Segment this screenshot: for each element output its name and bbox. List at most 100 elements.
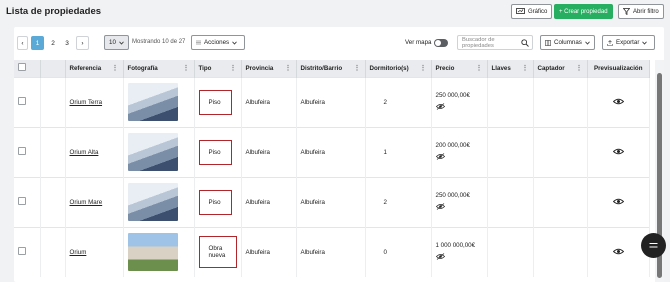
row-checkbox[interactable] <box>18 197 26 205</box>
preview-cell <box>587 76 650 127</box>
property-photo[interactable] <box>127 183 178 221</box>
open-filter-label: Abrir filtro <box>633 8 659 15</box>
captador-cell <box>533 226 588 277</box>
search-placeholder: Buscador de propiedades <box>462 36 495 49</box>
prev-page-button[interactable]: ‹ <box>17 36 28 50</box>
header-captador[interactable]: Captador ⋮ <box>533 60 588 77</box>
district-cell: Albufeira <box>296 176 366 227</box>
page-title: Lista de propiedades <box>6 6 102 17</box>
eye-slash-icon[interactable] <box>435 253 445 261</box>
table-row[interactable]: Orium Alta Piso Albufeira Albufeira 1 20… <box>14 126 650 177</box>
column-menu-icon[interactable]: ⋮ <box>420 64 427 72</box>
table-row[interactable]: Orium Terra Piso Albufeira Albufeira 2 2… <box>14 76 650 127</box>
page-size-value: 10 <box>109 39 116 46</box>
header-dormitorios[interactable]: Dormitorio(s) ⋮ <box>365 60 432 77</box>
column-menu-icon[interactable]: ⋮ <box>183 64 190 72</box>
select-all-checkbox[interactable] <box>18 63 26 72</box>
keys-cell <box>487 76 534 127</box>
reference-link[interactable]: Orium Mare <box>70 199 103 206</box>
column-menu-icon[interactable]: ⋮ <box>285 64 292 72</box>
menu-icon <box>649 243 658 248</box>
reference-link[interactable]: Orium Alta <box>70 149 99 156</box>
map-toggle-label: Ver mapa <box>405 39 432 46</box>
row-checkbox[interactable] <box>18 247 26 256</box>
property-type: Piso <box>198 139 232 165</box>
property-photo[interactable] <box>127 83 178 121</box>
page-2-button[interactable]: 2 <box>47 36 59 50</box>
bedrooms-cell: 1 <box>365 126 432 177</box>
province-cell: Albufeira <box>241 226 297 277</box>
price-value: 200 000,00€ <box>435 142 470 149</box>
reference-link[interactable]: Orium Terra <box>70 99 103 106</box>
row-checkbox[interactable] <box>18 97 26 105</box>
map-toggle[interactable] <box>434 39 448 47</box>
header-referencia[interactable]: Referencia ⋮ <box>65 60 124 77</box>
list-icon <box>196 40 201 45</box>
page-1-button[interactable]: 1 <box>31 36 44 50</box>
properties-table: Referencia ⋮ Fotografía ⋮ Tipo ⋮ Provincia ⋮… <box>14 60 650 277</box>
export-dropdown[interactable]: Exportar <box>602 35 655 50</box>
header-provincia[interactable]: Provincia ⋮ <box>241 60 297 77</box>
table-row[interactable]: Orium Obra nueva Albufeira Albufeira 0 1… <box>14 226 650 277</box>
properties-card: ‹ 1 2 3 › 10 Mostrando 10 de 27 Acciones… <box>14 27 664 282</box>
header-previsualizacion: Previsualización <box>587 60 650 77</box>
column-menu-icon[interactable]: ⋮ <box>476 64 483 72</box>
select-all-header <box>14 60 41 77</box>
captador-cell <box>533 126 588 177</box>
page-size-select[interactable]: 10 <box>104 35 129 50</box>
actions-label: Acciones <box>204 39 230 46</box>
column-menu-icon[interactable]: ⋮ <box>230 64 237 72</box>
table-row[interactable]: Orium Mare Piso Albufeira Albufeira 2 25… <box>14 176 650 227</box>
preview-cell <box>587 126 650 177</box>
columns-label: Columnas <box>554 39 582 46</box>
columns-dropdown[interactable]: Columnas <box>540 35 595 50</box>
open-filter-button[interactable]: Abrir filtro <box>618 4 664 19</box>
district-cell: Albufeira <box>296 226 366 277</box>
chart-button-label: Gráfico <box>528 8 548 15</box>
column-menu-icon[interactable]: ⋮ <box>354 64 361 72</box>
bedrooms-cell: 2 <box>365 176 432 227</box>
header-llaves[interactable]: Llaves ⋮ <box>487 60 534 77</box>
property-search-input[interactable]: Buscador de propiedades <box>457 35 533 50</box>
property-photo[interactable] <box>127 233 178 272</box>
price-value: 250 000,00€ <box>435 192 470 199</box>
next-page-button[interactable]: › <box>76 36 89 50</box>
reference-link[interactable]: Orium <box>70 249 87 256</box>
page-3-button[interactable]: 3 <box>61 36 73 50</box>
column-menu-icon[interactable]: ⋮ <box>112 64 119 72</box>
header-fotografia[interactable]: Fotografía ⋮ <box>123 60 195 77</box>
eye-slash-icon[interactable] <box>435 153 445 160</box>
bedrooms-cell: 2 <box>365 76 432 127</box>
column-menu-icon[interactable]: ⋮ <box>576 64 583 72</box>
row-blank-cell <box>40 226 66 277</box>
keys-cell <box>487 176 534 227</box>
property-type: Obra nueva <box>198 236 237 269</box>
eye-slash-icon[interactable] <box>435 103 445 110</box>
eye-icon[interactable] <box>612 248 624 255</box>
filter-icon <box>623 8 630 15</box>
actions-dropdown[interactable]: Acciones <box>191 35 245 50</box>
captador-cell <box>533 76 588 127</box>
eye-icon[interactable] <box>612 198 624 205</box>
column-menu-icon[interactable]: ⋮ <box>522 64 529 72</box>
export-icon <box>607 39 613 46</box>
top-bar: Lista de propiedades Gráfico + Crear pro… <box>0 0 670 24</box>
blank-header <box>40 60 66 77</box>
table-header-row: Referencia ⋮ Fotografía ⋮ Tipo ⋮ Provincia ⋮… <box>14 60 650 77</box>
header-precio[interactable]: Precio ⋮ <box>431 60 488 77</box>
chart-button[interactable]: Gráfico <box>511 4 553 19</box>
province-cell: Albufeira <box>241 126 297 177</box>
header-distrito[interactable]: Distrito/Barrio ⋮ <box>296 60 366 77</box>
keys-cell <box>487 226 534 277</box>
row-checkbox[interactable] <box>18 147 26 155</box>
row-blank-cell <box>40 176 66 227</box>
menu-fab-button[interactable] <box>641 233 666 258</box>
header-tipo[interactable]: Tipo ⋮ <box>194 60 242 77</box>
search-icon <box>521 39 529 47</box>
eye-icon[interactable] <box>612 148 624 155</box>
chevron-down-icon <box>232 41 237 45</box>
eye-slash-icon[interactable] <box>435 203 445 210</box>
create-property-button[interactable]: + Crear propiedad <box>554 4 613 19</box>
eye-icon[interactable] <box>612 98 624 105</box>
property-photo[interactable] <box>127 133 178 171</box>
